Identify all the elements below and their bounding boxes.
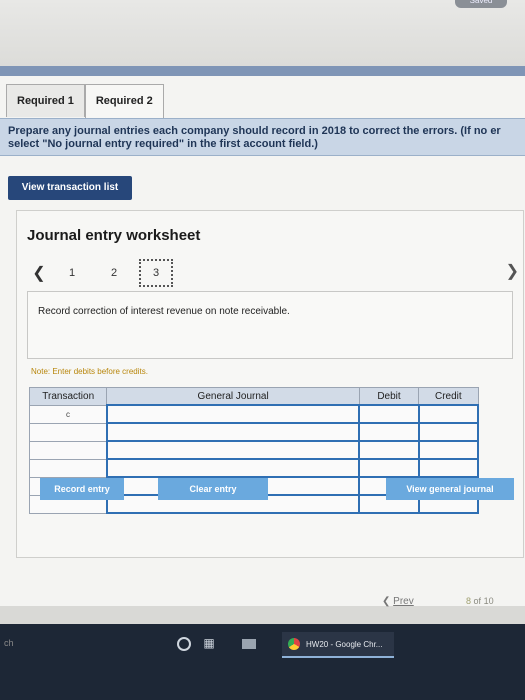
page-1[interactable]: 1: [51, 267, 93, 279]
page-2[interactable]: 2: [93, 267, 135, 279]
debit-input[interactable]: [358, 404, 420, 424]
account-input[interactable]: [105, 440, 361, 460]
credit-input[interactable]: [417, 404, 480, 424]
table-row: c: [28, 404, 480, 424]
debit-input[interactable]: [358, 440, 420, 460]
header-debit: Debit: [358, 387, 420, 406]
question-counter: 8 of 10: [466, 596, 494, 606]
table-row: [28, 422, 480, 442]
instruction-line-1: Prepare any journal entries each company…: [8, 125, 501, 137]
header-credit: Credit: [418, 387, 479, 406]
instruction-line-2: select "No journal entry required" in th…: [8, 138, 318, 150]
file-explorer-icon[interactable]: [240, 636, 258, 652]
taskbar: ch ▦ HW20 - Google Chr...: [0, 624, 525, 700]
total-questions: 10: [483, 596, 494, 606]
table-row: [28, 458, 480, 478]
instruction-banner: Prepare any journal entries each company…: [0, 118, 525, 156]
tab-bar: Required 1 Required 2: [6, 84, 164, 119]
header-bar: [0, 66, 525, 76]
account-input[interactable]: [105, 422, 361, 442]
chevron-left-icon: ❮: [382, 596, 391, 607]
saved-badge: Saved: [455, 0, 507, 8]
header-transaction: Transaction: [28, 387, 108, 406]
view-general-journal-button[interactable]: View general journal: [386, 478, 514, 500]
account-input[interactable]: [105, 458, 361, 478]
transaction-cell: [28, 458, 108, 478]
transaction-cell: [28, 440, 108, 460]
taskbar-search-text: ch: [4, 638, 14, 648]
transaction-cell: [28, 422, 108, 442]
task-view-icon[interactable]: ▦: [200, 636, 218, 652]
table-row: [28, 440, 480, 460]
cortana-icon[interactable]: [176, 636, 192, 652]
tab-required-1[interactable]: Required 1: [6, 84, 85, 117]
header-general-journal: General Journal: [106, 387, 360, 406]
chevron-right-icon[interactable]: ❯: [506, 261, 519, 281]
page-3[interactable]: 3: [139, 259, 173, 287]
browser-top-area: Saved: [0, 0, 525, 66]
taskbar-chrome-window[interactable]: HW20 - Google Chr...: [282, 632, 394, 658]
worksheet-pager: ❮ 1 2 3: [27, 259, 173, 287]
credit-input[interactable]: [417, 440, 480, 460]
tab-required-2[interactable]: Required 2: [84, 84, 164, 119]
account-input[interactable]: [105, 404, 361, 424]
transaction-cell: c: [28, 404, 108, 424]
view-transaction-list-button[interactable]: View transaction list: [8, 176, 132, 200]
worksheet-title: Journal entry worksheet: [27, 227, 201, 244]
journal-entry-worksheet: Journal entry worksheet ❮ 1 2 3 ❯ Record…: [16, 210, 524, 558]
journal-table-header: Transaction General Journal Debit Credit: [28, 387, 479, 406]
clear-entry-button[interactable]: Clear entry: [158, 478, 268, 500]
credit-input[interactable]: [417, 422, 480, 442]
counter-of: of: [473, 596, 482, 606]
entry-prompt: Record correction of interest revenue on…: [27, 291, 513, 359]
credit-input[interactable]: [417, 458, 480, 478]
prev-link[interactable]: ❮ Prev: [382, 596, 414, 607]
chevron-left-icon[interactable]: ❮: [27, 263, 51, 283]
debit-input[interactable]: [358, 422, 420, 442]
debit-input[interactable]: [358, 458, 420, 478]
current-question: 8: [466, 596, 472, 606]
record-entry-button[interactable]: Record entry: [40, 478, 124, 500]
chrome-window-label: HW20 - Google Chr...: [306, 639, 383, 649]
prev-label: Prev: [393, 596, 414, 607]
chrome-icon: [288, 638, 300, 650]
assignment-panel: Required 1 Required 2 Prepare any journa…: [0, 76, 525, 607]
debits-note: Note: Enter debits before credits.: [31, 367, 148, 376]
